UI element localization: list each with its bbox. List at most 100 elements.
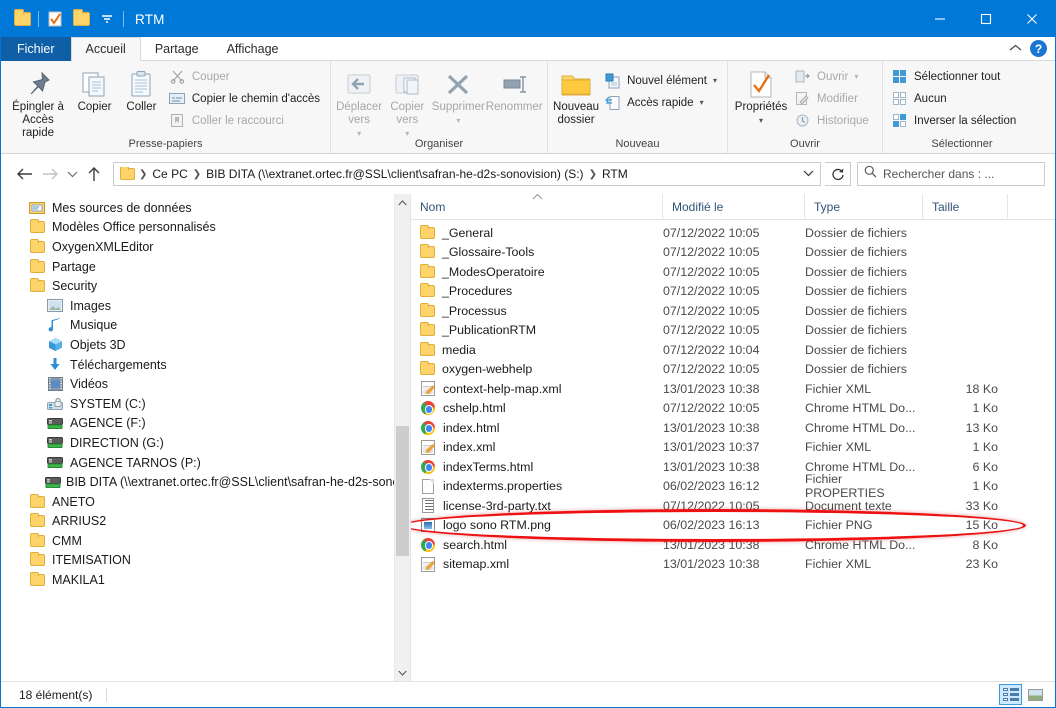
table-row[interactable]: _General 07/12/2022 10:05 Dossier de fichi…	[411, 223, 1055, 243]
breadcrumb-separator-2[interactable]: ❯	[587, 169, 599, 180]
breadcrumb-separator-1[interactable]: ❯	[191, 169, 203, 180]
tab-partage[interactable]: Partage	[141, 37, 213, 61]
sidebar-item[interactable]: Images	[1, 296, 410, 316]
sidebar-item[interactable]: AGENCE (F:)	[1, 414, 410, 434]
tab-affichage[interactable]: Affichage	[213, 37, 293, 61]
paste-button[interactable]: Coller	[118, 64, 165, 117]
address-bar[interactable]: ❯ Ce PC ❯ BIB DITA (\\extranet.ortec.fr@…	[113, 162, 821, 186]
close-button[interactable]	[1009, 1, 1055, 37]
copy-path-button[interactable]: Copier le chemin d'accès	[165, 88, 326, 109]
easy-access-button[interactable]: Accès rapide ▾	[600, 92, 723, 113]
select-all-button[interactable]: Sélectionner tout	[887, 66, 1022, 87]
column-header-size[interactable]: Taille	[923, 194, 1008, 220]
qat-customize-dropdown-icon[interactable]	[94, 6, 120, 32]
sidebar-item[interactable]: Téléchargements	[1, 355, 410, 375]
sidebar-item[interactable]: ANETO	[1, 492, 410, 512]
table-row[interactable]: _Procedures 07/12/2022 10:05 Dossier de fi…	[411, 282, 1055, 302]
breadcrumb-ce-pc[interactable]: Ce PC	[149, 167, 190, 181]
table-row[interactable]: indexTerms.html 13/01/2023 10:38 Chrome HT…	[411, 457, 1055, 477]
pin-to-quick-access-button[interactable]: Épingler à Accès rapide	[5, 64, 71, 143]
breadcrumb-rtm[interactable]: RTM	[599, 167, 631, 181]
sidebar-item[interactable]: Vidéos	[1, 374, 410, 394]
table-row[interactable]: context-help-map.xml 13/01/2023 10:38 Fich…	[411, 379, 1055, 399]
qat-folder-icon[interactable]	[9, 6, 35, 32]
table-row[interactable]: search.html 13/01/2023 10:38 Chrome HTML D…	[411, 535, 1055, 555]
sidebar-item[interactable]: SYSTEM (C:)	[1, 394, 410, 414]
table-row[interactable]: logo sono RTM.png 06/02/2023 16:13 Fichier…	[411, 516, 1055, 536]
new-folder-button[interactable]: Nouveau dossier	[552, 64, 600, 130]
sidebar-item[interactable]: Security	[1, 276, 410, 296]
sidebar-item[interactable]: DIRECTION (G:)	[1, 433, 410, 453]
paste-shortcut-button[interactable]: Coller le raccourci	[165, 110, 326, 131]
qat-new-folder-icon[interactable]	[68, 6, 94, 32]
rename-button[interactable]: Renommer	[485, 64, 543, 117]
delete-button[interactable]: Supprimer ▾	[431, 64, 485, 130]
table-row[interactable]: media 07/12/2022 10:04 Dossier de fichiers	[411, 340, 1055, 360]
open-caret-icon[interactable]: ▾	[854, 72, 858, 81]
qat-properties-check-icon[interactable]	[42, 6, 68, 32]
scrollbar-thumb[interactable]	[396, 426, 409, 556]
new-item-caret-icon[interactable]: ▾	[713, 76, 717, 85]
breadcrumb-bib-dita[interactable]: BIB DITA (\\extranet.ortec.fr@SSL\client…	[203, 167, 586, 181]
sidebar-item[interactable]: MAKILA1	[1, 570, 410, 590]
search-box[interactable]: Rechercher dans : ...	[857, 162, 1045, 186]
details-view-button[interactable]	[999, 684, 1022, 705]
column-header-modified[interactable]: Modifié le	[663, 194, 805, 220]
open-button[interactable]: Ouvrir ▾	[790, 66, 875, 87]
sidebar-item[interactable]: Mes sources de données	[1, 198, 410, 218]
breadcrumb-separator-0[interactable]: ❯	[137, 169, 149, 180]
large-icons-view-button[interactable]	[1024, 684, 1047, 705]
table-row[interactable]: sitemap.xml 13/01/2023 10:38 Fichier XML 23…	[411, 555, 1055, 575]
properties-button[interactable]: Propriétés ▾	[732, 64, 790, 130]
table-row[interactable]: index.html 13/01/2023 10:38 Chrome HTML Do…	[411, 418, 1055, 438]
column-header-name[interactable]: Nom	[411, 194, 663, 220]
table-row[interactable]: index.xml 13/01/2023 10:37 Fichier XML 1 Ko	[411, 438, 1055, 458]
copy-button[interactable]: Copier	[71, 64, 118, 117]
sidebar-item[interactable]: BIB DITA (\\extranet.ortec.fr@SSL\client…	[1, 472, 410, 492]
chevron-up-icon[interactable]	[1009, 43, 1022, 55]
back-button[interactable]	[11, 161, 37, 187]
new-item-button[interactable]: Nouvel élément ▾	[600, 70, 723, 91]
navigation-pane-scrollbar[interactable]	[394, 194, 410, 681]
easy-access-caret-icon[interactable]: ▾	[700, 98, 704, 107]
recent-locations-button[interactable]	[63, 161, 81, 187]
maximize-button[interactable]	[963, 1, 1009, 37]
cut-button[interactable]: Couper	[165, 66, 326, 87]
invert-selection-button[interactable]: Inverser la sélection	[887, 110, 1022, 131]
table-row[interactable]: oxygen-webhelp 07/12/2022 10:05 Dossier de…	[411, 360, 1055, 380]
delete-caret-icon[interactable]: ▾	[456, 114, 460, 127]
table-row[interactable]: cshelp.html 07/12/2022 10:05 Chrome HTML D…	[411, 399, 1055, 419]
sidebar-item[interactable]: Musique	[1, 316, 410, 336]
table-row[interactable]: _Glossaire-Tools 07/12/2022 10:05 Dossier …	[411, 243, 1055, 263]
column-header-type[interactable]: Type	[805, 194, 923, 220]
sidebar-item[interactable]: ARRIUS2	[1, 512, 410, 532]
edit-button[interactable]: Modifier	[790, 88, 875, 109]
copy-to-button[interactable]: Copier vers ▾	[383, 64, 431, 143]
table-row[interactable]: license-3rd-party.txt 07/12/2022 10:05 Doc…	[411, 496, 1055, 516]
history-button[interactable]: Historique	[790, 110, 875, 131]
table-row[interactable]: _PublicationRTM 07/12/2022 10:05 Dossier d…	[411, 321, 1055, 341]
minimize-button[interactable]	[917, 1, 963, 37]
move-to-button[interactable]: Déplacer vers ▾	[335, 64, 383, 143]
refresh-button[interactable]	[825, 162, 851, 186]
sidebar-item[interactable]: AGENCE TARNOS (P:)	[1, 453, 410, 473]
scroll-down-arrow-icon[interactable]	[395, 664, 410, 681]
address-dropdown-icon[interactable]	[798, 169, 818, 179]
table-row[interactable]: _ModesOperatoire 07/12/2022 10:05 Dossier …	[411, 262, 1055, 282]
sidebar-item[interactable]: Objets 3D	[1, 335, 410, 355]
search-input[interactable]: Rechercher dans : ...	[883, 167, 994, 181]
sidebar-item[interactable]: OxygenXMLEditor	[1, 237, 410, 257]
tab-accueil[interactable]: Accueil	[70, 37, 141, 61]
table-row[interactable]: indexterms.properties 06/02/2023 16:12 Fic…	[411, 472, 1055, 500]
sidebar-item[interactable]: ITEMISATION	[1, 551, 410, 571]
sidebar-item[interactable]: CMM	[1, 531, 410, 551]
forward-button[interactable]	[37, 161, 63, 187]
sidebar-item[interactable]: Modèles Office personnalisés	[1, 218, 410, 238]
sidebar-item[interactable]: Partage	[1, 257, 410, 277]
up-button[interactable]	[81, 161, 107, 187]
tab-fichier[interactable]: Fichier	[1, 37, 71, 61]
table-row[interactable]: _Processus 07/12/2022 10:05 Dossier de fic…	[411, 301, 1055, 321]
scroll-up-arrow-icon[interactable]	[395, 194, 410, 211]
help-icon[interactable]: ?	[1030, 40, 1047, 57]
select-none-button[interactable]: Aucun	[887, 88, 1022, 109]
